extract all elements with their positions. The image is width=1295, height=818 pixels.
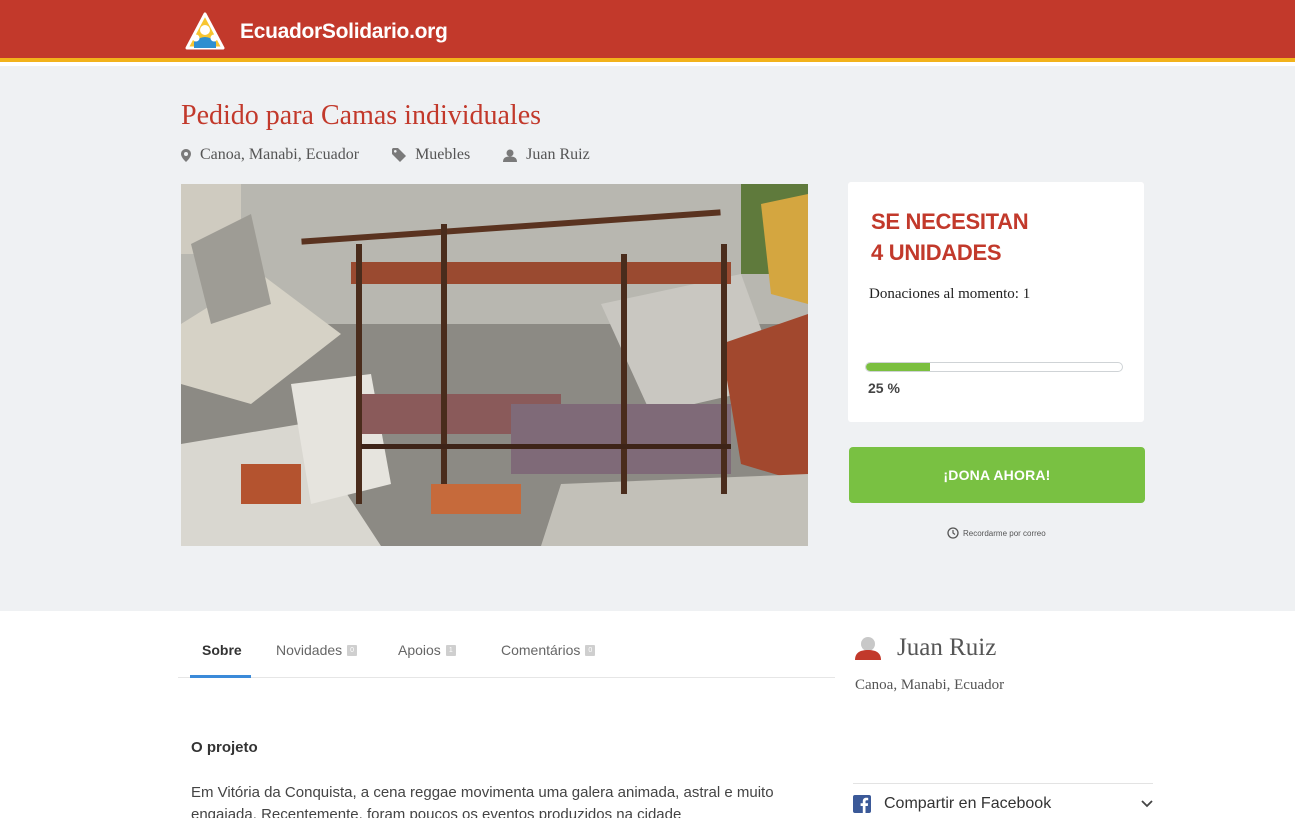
site-header: EcuadorSolidario.org	[0, 0, 1295, 62]
author-profile-link[interactable]: Juan Ruiz	[855, 634, 996, 662]
need-line-2: 4 UNIDADES	[871, 240, 1002, 265]
project-description: Em Vitória da Conquista, a cena reggae m…	[191, 784, 774, 818]
location-text: Canoa, Manabi, Ecuador	[200, 146, 360, 163]
donations-count: Donaciones al momento: 1	[869, 286, 1031, 302]
author-location: Canoa, Manabi, Ecuador	[855, 677, 1005, 693]
request-meta: Canoa, Manabi, Ecuador Muebles Juan Ruiz	[181, 146, 623, 164]
tab-count-badge: 0	[347, 644, 358, 656]
need-heading: SE NECESITAN 4 UNIDADES	[871, 206, 1029, 268]
facebook-icon	[853, 794, 871, 813]
chevron-down-icon	[1141, 800, 1153, 808]
tab-count-badge: 0	[585, 644, 596, 656]
progress-percent: 25 %	[868, 380, 900, 396]
tag-icon	[392, 148, 407, 162]
need-line-1: SE NECESITAN	[871, 209, 1029, 234]
tab-comentarios[interactable]: Comentários 0	[501, 622, 596, 678]
ecuador-solidario-logo-icon	[185, 12, 225, 50]
need-card: SE NECESITAN 4 UNIDADES Donaciones al mo…	[848, 182, 1144, 422]
author-text: Juan Ruiz	[526, 146, 590, 163]
site-name: EcuadorSolidario.org	[240, 20, 448, 43]
tab-novidades[interactable]: Novidades 0	[276, 622, 358, 678]
tab-label: Comentários	[501, 642, 581, 658]
meta-location: Canoa, Manabi, Ecuador	[181, 146, 359, 164]
progress-bar	[865, 362, 1123, 372]
avatar-icon	[855, 637, 881, 660]
clock-icon	[947, 527, 959, 539]
share-label: Compartir en Facebook	[884, 794, 1052, 812]
meta-author[interactable]: Juan Ruiz	[503, 146, 590, 164]
remind-label: Recordarme por correo	[963, 528, 1046, 538]
earthquake-rubble-photo-icon	[181, 184, 808, 546]
section-heading: O projeto	[191, 739, 258, 756]
meta-category[interactable]: Muebles	[392, 146, 470, 164]
active-tab-indicator	[190, 675, 251, 678]
site-brand-link[interactable]: EcuadorSolidario.org	[184, 12, 448, 52]
email-reminder-link[interactable]: Recordarme por correo	[947, 527, 1046, 539]
content-tabs: Sobre Novidades 0 Apoios 1 Comentários 0	[178, 622, 835, 678]
author-name: Juan Ruiz	[897, 634, 997, 661]
share-facebook-button[interactable]: Compartir en Facebook	[853, 783, 1153, 818]
page-title: Pedido para Camas individuales	[181, 100, 542, 131]
category-text: Muebles	[415, 146, 471, 163]
map-pin-icon	[181, 148, 191, 162]
tab-label: Sobre	[202, 642, 242, 658]
tab-count-badge: 1	[445, 644, 456, 656]
request-photo[interactable]	[181, 184, 808, 546]
donate-now-button[interactable]: ¡DONA AHORA!	[849, 447, 1145, 503]
tab-apoios[interactable]: Apoios 1	[398, 622, 456, 678]
progress-fill	[866, 363, 930, 371]
user-icon	[503, 149, 518, 162]
request-hero: Pedido para Camas individuales Canoa, Ma…	[0, 66, 1295, 611]
tab-label: Apoios	[398, 642, 441, 658]
tab-sobre[interactable]: Sobre	[202, 622, 242, 678]
tab-label: Novidades	[276, 642, 343, 658]
